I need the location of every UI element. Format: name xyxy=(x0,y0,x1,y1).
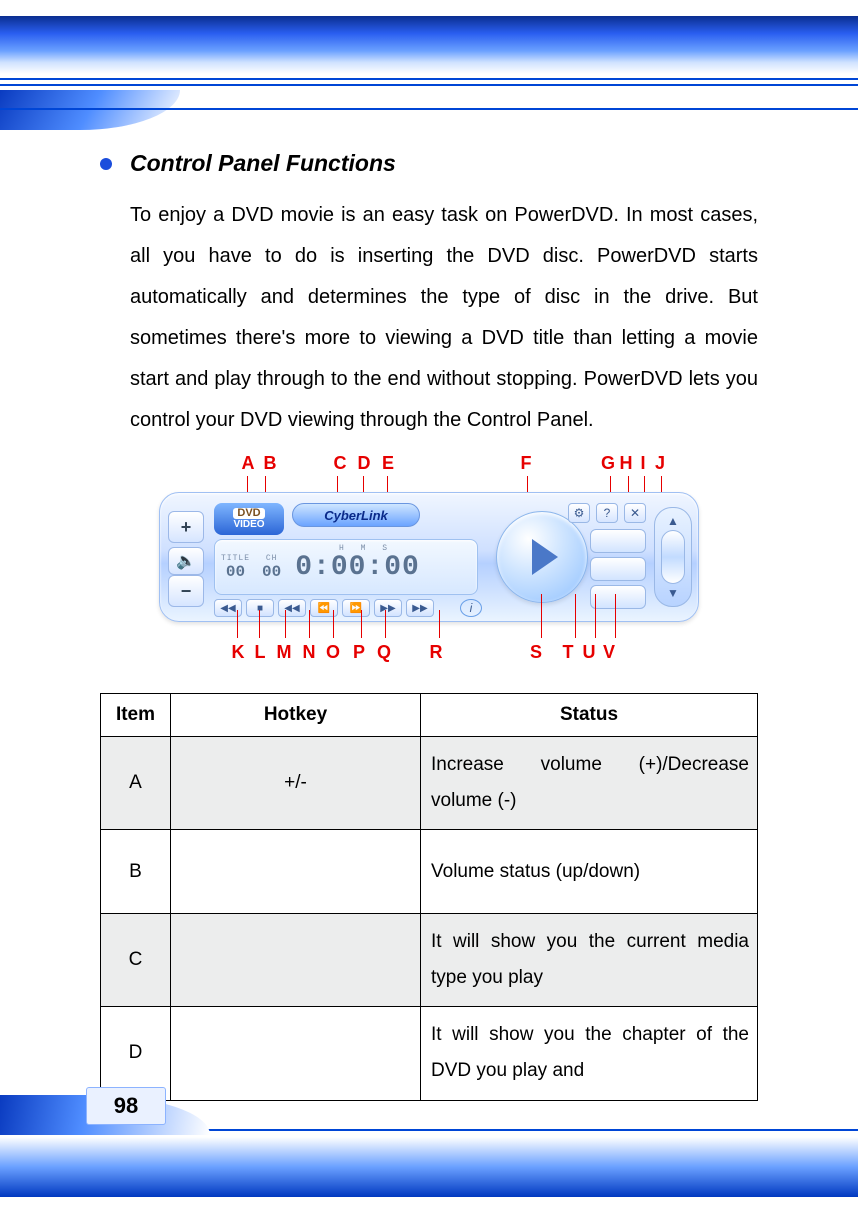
cell-item: C xyxy=(101,914,171,1007)
cell-item: A xyxy=(101,737,171,830)
table-row: D It will show you the chapter of the DV… xyxy=(101,1007,758,1100)
callout-S: S xyxy=(525,642,547,663)
volume-up-button[interactable]: + xyxy=(168,511,204,543)
cell-hotkey xyxy=(171,830,421,914)
scroll-down-icon: ▼ xyxy=(667,586,679,600)
callout-G: G xyxy=(599,453,617,474)
table-header-row: Item Hotkey Status xyxy=(101,694,758,737)
chapter-label: CH xyxy=(262,554,281,563)
powerdvd-control-panel: + 🔈 − DVD VIDEO CyberLink TITLE 00 CH 00… xyxy=(159,492,699,622)
callout-C: C xyxy=(329,453,351,474)
rewind-button[interactable]: ◀◀ xyxy=(278,599,306,617)
callout-A: A xyxy=(237,453,259,474)
callout-O: O xyxy=(321,642,345,663)
callout-I: I xyxy=(635,453,651,474)
time-value: 0:00:00 xyxy=(295,552,420,583)
stop-button[interactable]: ■ xyxy=(246,599,274,617)
callout-J: J xyxy=(651,453,669,474)
header-rule xyxy=(0,84,858,86)
callout-F: F xyxy=(515,453,537,474)
play-button[interactable] xyxy=(496,511,588,603)
header-status: Status xyxy=(421,694,758,737)
callout-H: H xyxy=(617,453,635,474)
cell-hotkey xyxy=(171,1007,421,1100)
intro-paragraph: To enjoy a DVD movie is an easy task on … xyxy=(130,195,758,441)
cell-status: It will show you the current media type … xyxy=(421,914,758,1007)
next-button[interactable]: ▶▶ xyxy=(406,599,434,617)
control-panel-figure: A B C D E F G H I J xyxy=(159,453,699,663)
callout-B: B xyxy=(259,453,281,474)
callout-M: M xyxy=(271,642,297,663)
callout-D: D xyxy=(351,453,377,474)
page-number: 98 xyxy=(86,1087,166,1125)
cell-hotkey xyxy=(171,914,421,1007)
panel-button-3[interactable] xyxy=(590,585,646,609)
footer-band xyxy=(0,1137,858,1197)
callout-P: P xyxy=(345,642,373,663)
wheel-icon xyxy=(661,530,685,584)
header-band xyxy=(0,16,858,74)
callout-E: E xyxy=(377,453,399,474)
cell-status: Volume status (up/down) xyxy=(421,830,758,914)
volume-down-button[interactable]: − xyxy=(168,575,204,607)
mute-button[interactable]: 🔈 xyxy=(168,547,204,575)
hotkey-table: Item Hotkey Status A +/- Increase volume… xyxy=(100,693,758,1101)
table-row: A +/- Increase volume (+)/Decrease volum… xyxy=(101,737,758,830)
table-row: B Volume status (up/down) xyxy=(101,830,758,914)
scroll-wheel[interactable]: ▲ ▼ xyxy=(654,507,692,607)
callout-labels-top: A B C D E F G H I J xyxy=(159,453,699,474)
header-rule xyxy=(0,108,858,110)
panel-button-2[interactable] xyxy=(590,557,646,581)
callout-R: R xyxy=(425,642,447,663)
cell-status: Increase volume (+)/Decrease volume (-) xyxy=(421,737,758,830)
callout-V: V xyxy=(599,642,619,663)
callout-K: K xyxy=(227,642,249,663)
hms-label: H M S xyxy=(339,544,393,553)
scroll-up-icon: ▲ xyxy=(667,514,679,528)
header-item: Item xyxy=(101,694,171,737)
callout-N: N xyxy=(297,642,321,663)
cell-status: It will show you the chapter of the DVD … xyxy=(421,1007,758,1100)
brand-logo: CyberLink xyxy=(292,503,420,527)
callout-L: L xyxy=(249,642,271,663)
fastfwd-button[interactable]: ▶▶ xyxy=(374,599,402,617)
step-fwd-button[interactable]: ⏩ xyxy=(342,599,370,617)
close-icon[interactable]: ✕ xyxy=(624,503,646,523)
media-type-badge: DVD VIDEO xyxy=(214,503,284,535)
header-rule xyxy=(0,78,858,80)
title-value: 00 xyxy=(221,563,250,581)
chapter-value: 00 xyxy=(262,563,281,581)
header-hotkey: Hotkey xyxy=(171,694,421,737)
panel-button-1[interactable] xyxy=(590,529,646,553)
callout-U: U xyxy=(579,642,599,663)
callout-Q: Q xyxy=(373,642,395,663)
callout-T: T xyxy=(557,642,579,663)
bullet-icon xyxy=(100,158,112,170)
header-sweep xyxy=(0,90,180,130)
cell-item: B xyxy=(101,830,171,914)
help-icon[interactable]: ? xyxy=(596,503,618,523)
lcd-display: TITLE 00 CH 00 H M S 0:00:00 xyxy=(214,539,478,595)
info-icon[interactable]: i xyxy=(460,599,482,617)
section-heading: Control Panel Functions xyxy=(130,150,396,177)
cell-hotkey: +/- xyxy=(171,737,421,830)
title-label: TITLE xyxy=(221,554,250,563)
callout-labels-bottom: K L M N O P Q R S T U V xyxy=(159,642,699,663)
table-row: C It will show you the current media typ… xyxy=(101,914,758,1007)
config-icon[interactable]: ⚙ xyxy=(568,503,590,523)
section-heading-row: Control Panel Functions xyxy=(100,150,758,177)
